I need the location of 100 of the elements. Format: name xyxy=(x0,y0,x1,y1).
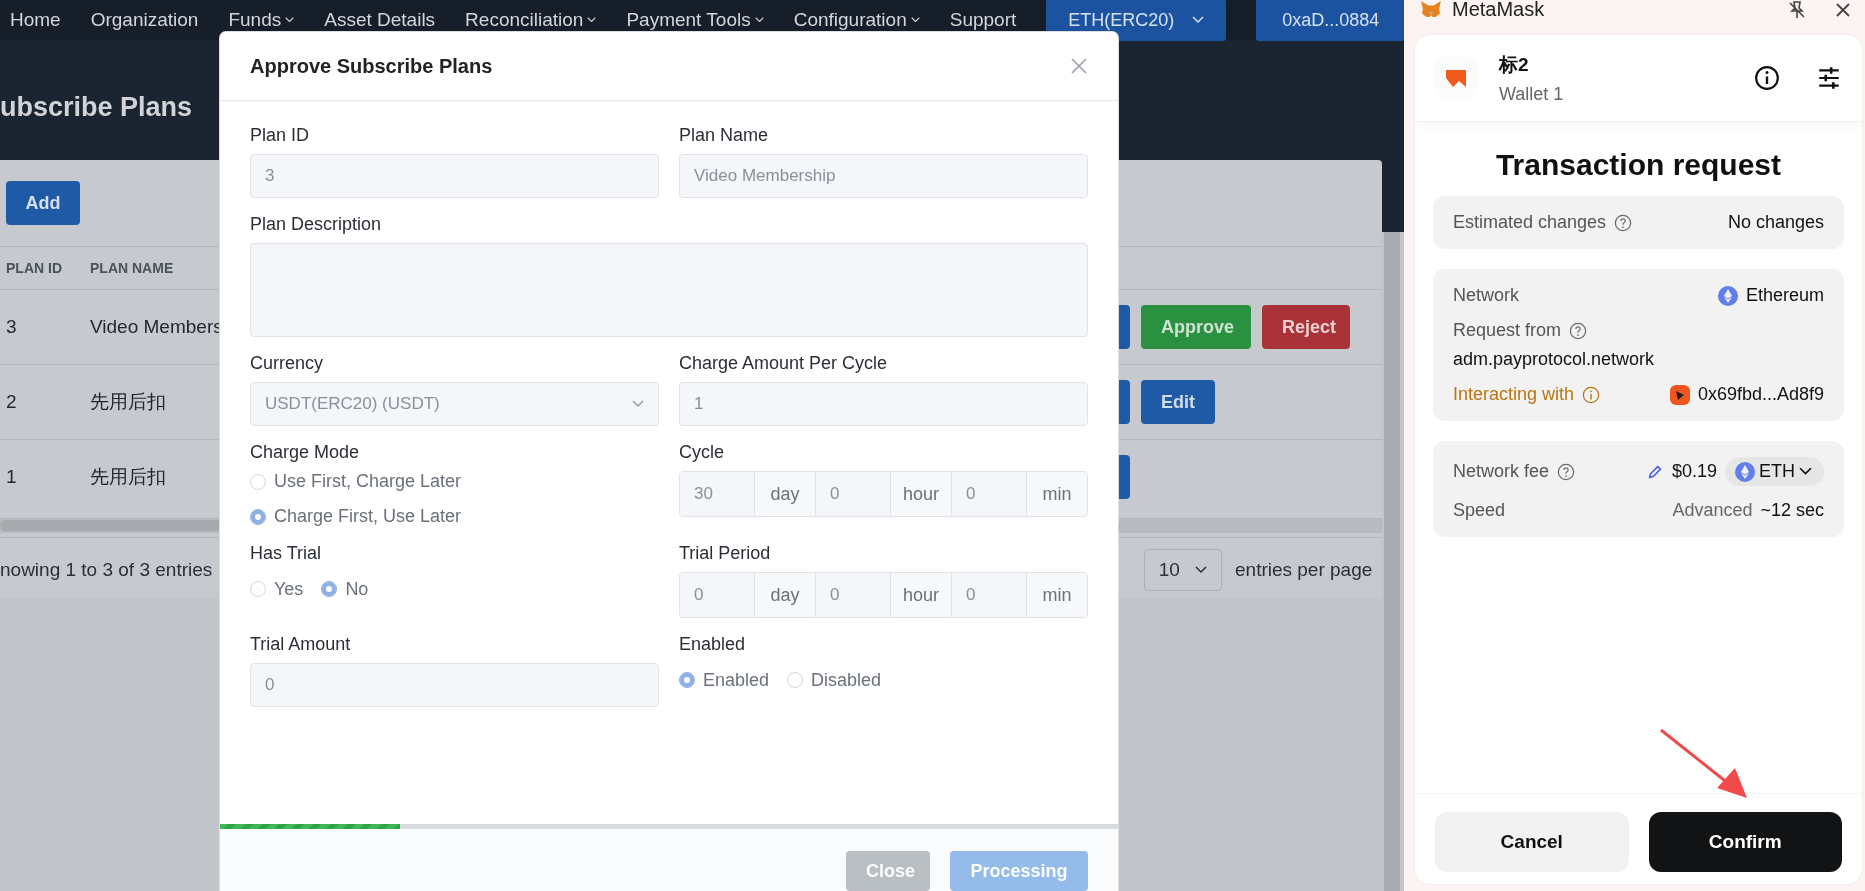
row-label: Request from xyxy=(1453,320,1562,341)
help-icon xyxy=(1557,462,1576,481)
dialog-title: Transaction request xyxy=(1494,148,1783,182)
nav-link[interactable]: Funds xyxy=(228,9,295,31)
scrollbar[interactable] xyxy=(1384,232,1400,891)
table-cell-text: 先用后扣 xyxy=(90,465,166,489)
radio-option[interactable]: Charge First, Use Later xyxy=(250,506,462,527)
nav-link[interactable]: Support xyxy=(949,9,1017,31)
chevron-down-icon xyxy=(1195,566,1208,574)
confirm-button[interactable]: Confirm xyxy=(1648,812,1842,872)
unit-label: hour xyxy=(891,573,952,617)
chevron-down-icon xyxy=(587,17,597,23)
info-icon xyxy=(1582,385,1601,404)
table-cell-text: 先用后扣 xyxy=(90,390,166,414)
number-field[interactable]: 30 xyxy=(680,472,755,516)
unit-label: min xyxy=(1027,472,1087,516)
fox-icon xyxy=(1420,0,1442,18)
avatar-icon[interactable] xyxy=(1435,57,1477,99)
field-label: Cycle xyxy=(679,442,725,463)
contract-address[interactable]: 0x69fbd...Ad8f9 xyxy=(1697,384,1824,405)
unit-label: min xyxy=(1027,573,1087,617)
page-size-label: entries per page xyxy=(1235,559,1373,581)
field-label: Has Trial xyxy=(250,543,322,564)
radio-option[interactable]: Yes xyxy=(250,578,304,600)
row-value: No changes xyxy=(1727,212,1824,233)
radio-icon[interactable] xyxy=(250,508,266,525)
unit-label: hour xyxy=(891,472,952,516)
action-button[interactable]: Edit xyxy=(1141,380,1215,424)
radio-option[interactable]: Enabled xyxy=(679,669,770,691)
radio-option[interactable]: Disabled xyxy=(787,669,882,691)
row-label: Network fee xyxy=(1453,461,1550,482)
row-label: Speed xyxy=(1453,500,1506,521)
nav-link[interactable]: Payment Tools xyxy=(626,9,764,31)
speed-mode: Advanced xyxy=(1672,500,1753,521)
field-label: Plan Description xyxy=(250,214,383,235)
chevron-down-icon xyxy=(1192,16,1205,24)
info-icon[interactable] xyxy=(1754,65,1780,91)
chevron-down-icon xyxy=(632,400,644,408)
add-button[interactable]: Add xyxy=(6,181,80,225)
radio-icon[interactable] xyxy=(321,581,338,597)
nav-link[interactable]: Organization xyxy=(90,9,199,31)
sliders-icon[interactable] xyxy=(1816,65,1842,91)
help-icon xyxy=(1569,321,1588,340)
number-field[interactable]: 0 xyxy=(952,573,1027,617)
field-label: Trial Period xyxy=(679,543,772,564)
radio-option[interactable]: Use First, Charge Later xyxy=(250,471,462,492)
field-label: Currency xyxy=(250,353,325,374)
field-label: Plan ID xyxy=(250,125,311,146)
token-selector[interactable]: ETH xyxy=(1725,457,1824,486)
app-name: MetaMask xyxy=(1452,0,1546,18)
radio-icon[interactable] xyxy=(679,672,695,688)
nav-link[interactable]: Home xyxy=(10,9,61,31)
row-label: Estimated changes xyxy=(1453,212,1607,233)
chevron-down-icon xyxy=(285,17,295,23)
chevron-down-icon xyxy=(754,17,764,23)
wallet-name: Wallet 1 xyxy=(1499,83,1565,105)
number-field[interactable]: 0 xyxy=(680,573,755,617)
account-button[interactable]: 0xaD...0884 xyxy=(1256,0,1404,41)
field-label: Enabled xyxy=(679,634,747,655)
radio-icon[interactable] xyxy=(787,672,804,688)
number-field[interactable]: 0 xyxy=(816,472,891,516)
page-size-select[interactable]: 10 xyxy=(1144,549,1222,591)
column-header: PLAN NAME xyxy=(89,260,175,276)
origin-url: adm.payprotocol.network xyxy=(1453,349,1656,370)
table-cell: 2 xyxy=(6,391,17,413)
chevron-down-icon xyxy=(1799,467,1812,476)
field-label: Charge Amount Per Cycle xyxy=(679,353,889,374)
page-title: ubscribe Plans xyxy=(0,92,193,122)
token-icon xyxy=(1669,384,1690,405)
radio-icon[interactable] xyxy=(250,581,266,597)
field-label: Charge Mode xyxy=(250,442,361,463)
table-cell: 1 xyxy=(6,466,17,488)
unit-label: day xyxy=(755,573,816,617)
nav-link[interactable]: Asset Details xyxy=(324,9,436,31)
modal-title: Approve Subscribe Plans xyxy=(250,54,493,78)
action-button[interactable]: Reject xyxy=(1262,305,1350,349)
radio-option[interactable]: No xyxy=(321,578,369,600)
row-value: ~12 sec xyxy=(1760,500,1824,521)
number-field[interactable]: 0 xyxy=(952,472,1027,516)
row-label: Network xyxy=(1453,285,1519,306)
row-label: Interacting with xyxy=(1453,384,1575,405)
pin-icon[interactable] xyxy=(1787,0,1807,20)
column-header: PLAN ID xyxy=(5,260,63,276)
field-label: Trial Amount xyxy=(250,634,352,655)
field-label: Plan Name xyxy=(679,125,770,146)
nav-link[interactable]: Reconciliation xyxy=(465,9,597,31)
help-icon xyxy=(1614,213,1633,232)
nav-link[interactable]: Configuration xyxy=(793,9,920,31)
network-dropdown[interactable]: ETH(ERC20) xyxy=(1046,0,1227,41)
account-name: 标2 xyxy=(1499,52,1530,77)
unit-label: day xyxy=(755,472,816,516)
fee-amount: $0.19 xyxy=(1671,461,1717,482)
action-button[interactable]: Approve xyxy=(1141,305,1251,349)
table-cell: 3 xyxy=(6,316,17,338)
entries-summary: nowing 1 to 3 of 3 entries xyxy=(0,559,213,581)
radio-icon[interactable] xyxy=(250,473,266,490)
number-field[interactable]: 0 xyxy=(816,573,891,617)
row-value: Ethereum xyxy=(1745,285,1824,306)
cancel-button[interactable]: Cancel xyxy=(1435,812,1629,872)
chevron-down-icon xyxy=(910,17,920,23)
